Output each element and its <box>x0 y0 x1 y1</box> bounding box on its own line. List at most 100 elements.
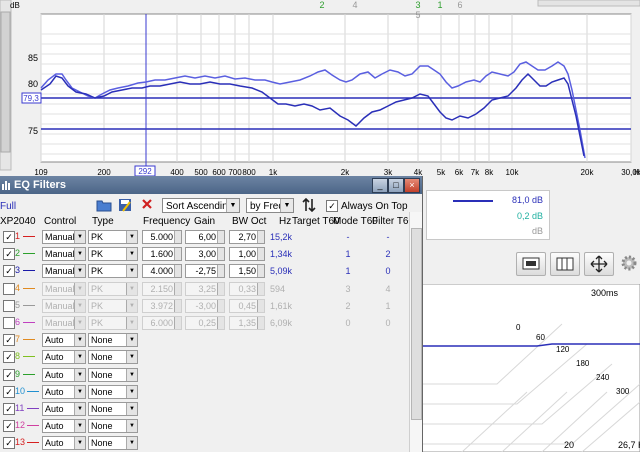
filter-type-combo[interactable]: PK ▼ <box>88 247 138 262</box>
filter-gain-field[interactable]: 0,25 <box>185 316 225 330</box>
filter-enable-checkbox[interactable]: ✓ <box>3 420 15 433</box>
filter-row-8[interactable]: ✓ 8 Auto ▼ None ▼ <box>0 348 408 365</box>
y-marker-label: 79,3 <box>23 94 39 103</box>
filter-bw-field[interactable]: 0,45 <box>229 298 265 313</box>
eq-titlebar[interactable]: EQ Filters _ □ × <box>0 176 422 194</box>
filter-enable-checkbox[interactable] <box>3 317 15 329</box>
filter-bw-field[interactable]: 1,00 <box>229 247 265 262</box>
table-view-button[interactable] <box>550 252 580 276</box>
filter-row-10[interactable]: ✓ 10 Auto ▼ None ▼ <box>0 383 408 400</box>
filter-row-7[interactable]: ✓ 7 Auto ▼ None ▼ <box>0 331 408 348</box>
filter-row-13[interactable]: ✓ 13 Auto ▼ None ▼ <box>0 434 408 451</box>
filter-enable-checkbox[interactable]: ✓ <box>3 368 15 381</box>
filter-enable-checkbox[interactable]: ✓ <box>3 385 15 398</box>
filter-row-12[interactable]: ✓ 12 Auto ▼ None ▼ <box>0 417 408 434</box>
close-button[interactable]: × <box>404 178 420 193</box>
filter-row-2[interactable]: ✓ 2 Manual ▼ PK ▼ 1.600 3,00 1,00 1,34k 1 2 <box>0 245 408 262</box>
filter-enable-checkbox[interactable] <box>3 282 15 295</box>
filter-row-4[interactable]: 4 Manual ▼ PK ▼ 2.150 3,25 0,33 594 3 4 <box>0 280 408 297</box>
decay-waterfall-graph[interactable]: 300ms 0 60 120 180 240 300 20 26,7 Hz <box>422 284 640 452</box>
filter-gain-field[interactable]: -3,00 <box>185 298 225 313</box>
always-on-top-checkbox[interactable]: ✓ <box>326 200 338 212</box>
filter-enable-checkbox[interactable]: ✓ <box>3 437 15 450</box>
filter-frequency-field[interactable]: 6.000 <box>142 316 182 330</box>
filter-control-combo[interactable]: Manual ▼ <box>42 264 86 279</box>
minimize-button[interactable]: _ <box>372 178 388 193</box>
graph-view-button[interactable] <box>516 252 546 276</box>
filter-row-6[interactable]: 6 Manual ▼ PK ▼ 6.000 0,25 1,35 6,09k 0 0 <box>0 314 408 331</box>
filter-color-swatch <box>27 390 39 392</box>
filter-frequency-field[interactable]: 5.000 <box>142 230 182 244</box>
filter-type-combo[interactable]: None ▼ <box>88 419 138 434</box>
filter-type-combo[interactable]: None ▼ <box>88 367 138 382</box>
gear-icon[interactable] <box>620 254 638 272</box>
filter-type-combo[interactable]: None ▼ <box>88 436 138 451</box>
filter-row-1[interactable]: ✓ 1 Manual ▼ PK ▼ 5.000 6,00 2,70 15,2k - - <box>0 228 408 245</box>
filter-frequency-field[interactable]: 1.600 <box>142 247 182 262</box>
header-gain: Gain <box>194 216 216 227</box>
filter-type-combo[interactable]: None ▼ <box>88 350 138 365</box>
filter-type-combo[interactable]: PK ▼ <box>88 264 138 279</box>
fit-view-button[interactable] <box>584 252 614 276</box>
header-device: XP2040 <box>0 216 36 227</box>
filter-control-combo[interactable]: Auto ▼ <box>42 367 86 382</box>
filter-control-combo[interactable]: Auto ▼ <box>42 350 86 365</box>
filter-control-combo[interactable]: Manual ▼ <box>42 247 86 262</box>
save-icon[interactable] <box>118 198 132 212</box>
filter-frequency-field[interactable]: 2.150 <box>142 281 182 296</box>
filter-control-combo[interactable]: Manual ▼ <box>42 316 86 330</box>
filter-control-combo[interactable]: Manual ▼ <box>42 230 86 244</box>
filter-type-combo[interactable]: None ▼ <box>88 333 138 348</box>
filter-type-combo[interactable]: PK ▼ <box>88 298 138 313</box>
filter-number: 9 <box>15 368 21 379</box>
filter-enable-checkbox[interactable]: ✓ <box>3 248 15 261</box>
filter-type-combo[interactable]: None ▼ <box>88 402 138 416</box>
filter-type-combo[interactable]: None ▼ <box>88 384 138 399</box>
filter-enable-checkbox[interactable]: ✓ <box>3 231 15 243</box>
filter-type-combo[interactable]: PK ▼ <box>88 281 138 296</box>
filter-bw-field[interactable]: 1,35 <box>229 316 265 330</box>
filter-control-combo[interactable]: Manual ▼ <box>42 298 86 313</box>
filter-control-combo[interactable]: Auto ▼ <box>42 402 86 416</box>
open-folder-icon[interactable] <box>96 198 112 212</box>
eq-filters-window[interactable]: EQ Filters _ □ × Full Sort Ascending ▼ b… <box>0 176 423 452</box>
filter-type-combo[interactable]: PK ▼ <box>88 230 138 244</box>
filter-frequency-field[interactable]: 3.972 <box>142 298 182 313</box>
filter-row-3[interactable]: ✓ 3 Manual ▼ PK ▼ 4.000 -2,75 1,50 5,09k 1 0 <box>0 262 408 279</box>
graph-canvas[interactable]: 858075 1092003004005006007008001k2k3k4k5… <box>0 0 640 178</box>
filter-gain-field[interactable]: -2,75 <box>185 264 225 279</box>
filter-bw-field[interactable]: 0,33 <box>229 281 265 296</box>
filter-row-11[interactable]: ✓ 11 Auto ▼ None ▼ <box>0 400 408 417</box>
filter-hz-value: 5,09k <box>270 266 293 277</box>
filter-enable-checkbox[interactable]: ✓ <box>3 351 15 364</box>
filter-frequency-field[interactable]: 4.000 <box>142 264 182 279</box>
filter-bw-field[interactable]: 2,70 <box>229 230 265 244</box>
filter-color-swatch <box>23 322 35 323</box>
filter-type-combo[interactable]: PK ▼ <box>88 316 138 330</box>
filter-control-combo[interactable]: Manual ▼ <box>42 281 86 296</box>
filter-enable-checkbox[interactable]: ✓ <box>3 403 15 415</box>
swap-order-icon[interactable] <box>302 198 316 212</box>
filter-gain-field[interactable]: 6,00 <box>185 230 225 244</box>
filter-gain-field[interactable]: 3,25 <box>185 281 225 296</box>
filter-hz-value: 15,2k <box>270 232 293 242</box>
filter-row-9[interactable]: ✓ 9 Auto ▼ None ▼ <box>0 366 408 383</box>
filter-bw-field[interactable]: 1,50 <box>229 264 265 279</box>
eq-vscroll[interactable] <box>409 212 422 452</box>
filter-row-5[interactable]: 5 Manual ▼ PK ▼ 3.972 -3,00 0,45 1,61k 2 1 <box>0 297 408 314</box>
sort-combo[interactable]: Sort Ascending ▼ <box>162 198 240 213</box>
eq-vscroll-thumb[interactable] <box>411 228 422 420</box>
delete-icon[interactable] <box>141 198 153 210</box>
filter-control-combo[interactable]: Auto ▼ <box>42 419 86 434</box>
filter-gain-field[interactable]: 3,00 <box>185 247 225 262</box>
graph-vscroll-thumb[interactable] <box>0 11 11 153</box>
filter-enable-checkbox[interactable] <box>3 299 15 312</box>
maximize-button[interactable]: □ <box>388 178 404 193</box>
filter-control-combo[interactable]: Auto ▼ <box>42 384 86 399</box>
filter-control-combo[interactable]: Auto ▼ <box>42 333 86 348</box>
frequency-response-graph[interactable]: 858075 1092003004005006007008001k2k3k4k5… <box>0 0 640 178</box>
filter-enable-checkbox[interactable]: ✓ <box>3 334 15 347</box>
sort-by-combo[interactable]: by Freq ▼ <box>246 198 294 213</box>
filter-enable-checkbox[interactable]: ✓ <box>3 265 15 278</box>
filter-control-combo[interactable]: Auto ▼ <box>42 436 86 451</box>
